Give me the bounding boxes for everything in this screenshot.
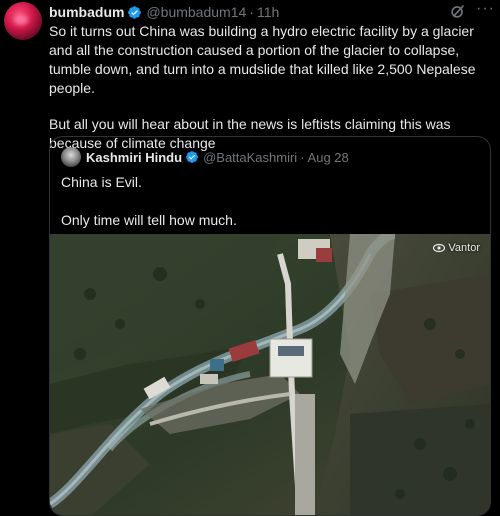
quote-header: Kashmiri Hindu @BattaKashmiri · Aug 28 [86,147,349,167]
author-handle[interactable]: @bumbadum14 [146,4,246,20]
verified-badge-icon [128,5,142,19]
image-watermark: Vantor [433,242,480,254]
separator-dot: · [300,149,305,165]
author-avatar[interactable] [4,2,42,40]
author-name[interactable]: bumbadum [49,4,124,20]
tweet-header: bumbadum @bumbadum14 · 11h [49,3,279,21]
quote-author-handle[interactable]: @BattaKashmiri [203,150,297,165]
quote-author-name[interactable]: Kashmiri Hindu [86,150,182,165]
quote-author-avatar[interactable] [61,147,81,167]
tweet[interactable]: bumbadum @bumbadum14 · 11h ··· So it tur… [0,0,500,516]
quote-line-2: Only time will tell how much. [61,212,237,228]
satellite-image-render [50,234,490,515]
quote-text: China is Evil. Only time will tell how m… [61,173,481,230]
verified-badge-icon [186,151,199,163]
satellite-image[interactable]: Vantor [50,234,490,515]
tweet-text: So it turns out China was building a hyd… [49,22,489,153]
watermark-text: Vantor [448,242,480,254]
quote-timestamp[interactable]: Aug 28 [308,150,349,165]
quote-line-1: China is Evil. [61,174,142,190]
vantor-logo-icon [433,243,446,253]
separator-dot: · [249,4,254,20]
tweet-timestamp[interactable]: 11h [257,4,279,20]
quoted-tweet[interactable]: Kashmiri Hindu @BattaKashmiri · Aug 28 C… [49,136,491,516]
more-icon[interactable]: ··· [476,1,496,20]
tweet-paragraph-1: So it turns out China was building a hyd… [49,23,476,96]
grok-icon[interactable] [449,2,467,20]
